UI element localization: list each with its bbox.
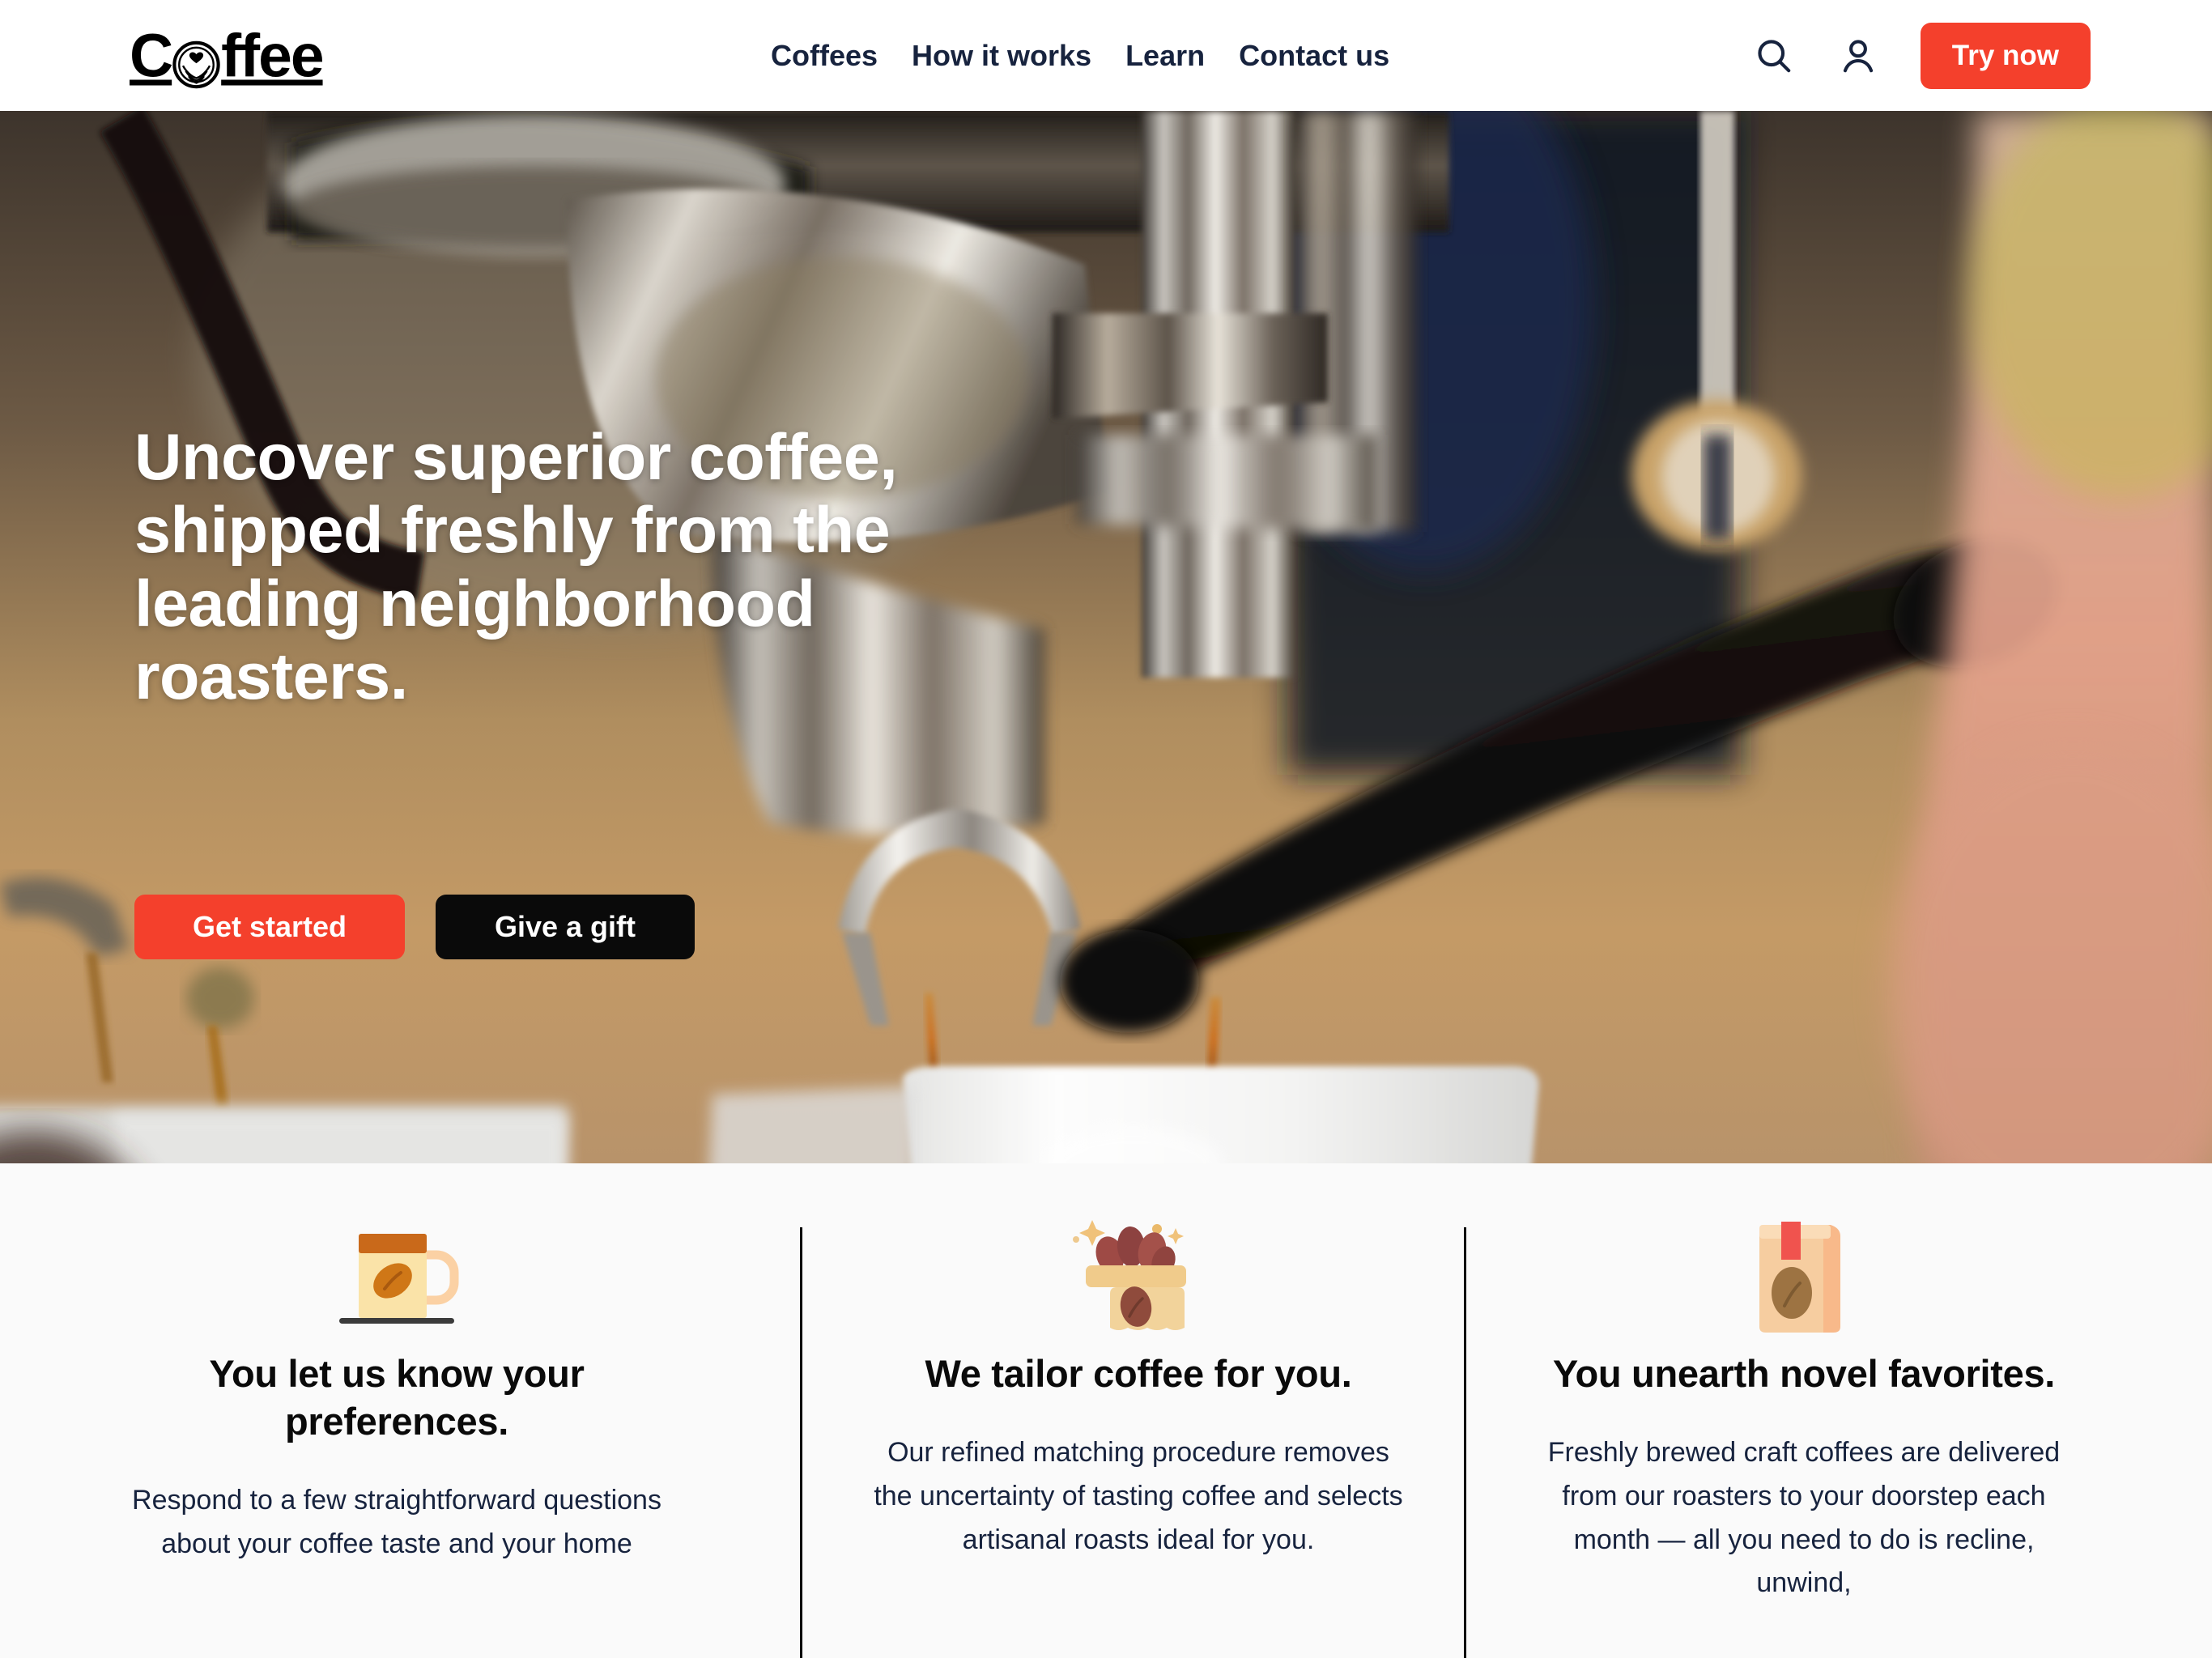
primary-navigation: Coffees How it works Learn Contact us xyxy=(771,39,1389,73)
feature-card-body: Our refined matching procedure removes t… xyxy=(874,1437,1403,1555)
feature-card-title: You unearth novel favorites. xyxy=(1552,1352,2056,1395)
coffee-bean-sack-icon xyxy=(831,1163,1446,1350)
hero-copy: Uncover superior coffee, shipped freshly… xyxy=(134,421,944,713)
nav-link-how-it-works[interactable]: How it works xyxy=(912,39,1091,73)
hero-title-line-4: roasters. xyxy=(134,640,408,713)
nav-link-coffees[interactable]: Coffees xyxy=(771,39,878,73)
hero-section: Uncover superior coffee, shipped freshly… xyxy=(0,111,2212,1163)
feature-card-discover: You unearth novel favorites. Freshly bre… xyxy=(1496,1163,2112,1605)
latte-art-circle-icon xyxy=(172,37,220,88)
feature-card-title: You let us know your preferences. xyxy=(209,1352,585,1443)
search-icon[interactable] xyxy=(1752,34,1796,78)
features-section: You let us know your preferences. Respon… xyxy=(0,1163,2212,1658)
user-account-icon[interactable] xyxy=(1836,34,1880,78)
try-now-button[interactable]: Try now xyxy=(1920,22,2091,89)
feature-card-title: We tailor coffee for you. xyxy=(925,1352,1352,1395)
hero-title-line-2: shipped freshly from the xyxy=(134,494,891,568)
coffee-mug-with-bean-icon xyxy=(89,1163,704,1350)
feature-card-body: Freshly brewed craft coffees are deliver… xyxy=(1547,1437,2061,1599)
feature-card-body: Respond to a few straightforward questio… xyxy=(132,1485,661,1560)
feature-card-tailored: We tailor coffee for you. Our refined ma… xyxy=(831,1163,1446,1562)
logo-text-suffix: ffee xyxy=(221,21,324,89)
logo-text-prefix: C xyxy=(130,21,173,89)
header-actions: Try now xyxy=(1752,22,2091,89)
hero-title: Uncover superior coffee, shipped freshly… xyxy=(134,421,944,713)
give-a-gift-button[interactable]: Give a gift xyxy=(436,895,695,959)
hero-cta-group: Get started Give a gift xyxy=(134,895,695,959)
nav-link-contact-us[interactable]: Contact us xyxy=(1239,39,1389,73)
site-header: C ffee Coffees How it works Learn Contac… xyxy=(0,0,2212,111)
feature-divider-1 xyxy=(800,1227,802,1658)
hero-title-line-1: Uncover superior coffee, xyxy=(134,421,898,494)
get-started-button[interactable]: Get started xyxy=(134,895,405,959)
brand-logo[interactable]: C ffee xyxy=(130,21,325,89)
nav-link-learn[interactable]: Learn xyxy=(1125,39,1205,73)
feature-card-preferences: You let us know your preferences. Respon… xyxy=(89,1163,704,1567)
feature-divider-2 xyxy=(1464,1227,1466,1658)
coffee-bag-icon xyxy=(1496,1163,2112,1350)
hero-title-line-3: leading neighborhood xyxy=(134,567,815,640)
